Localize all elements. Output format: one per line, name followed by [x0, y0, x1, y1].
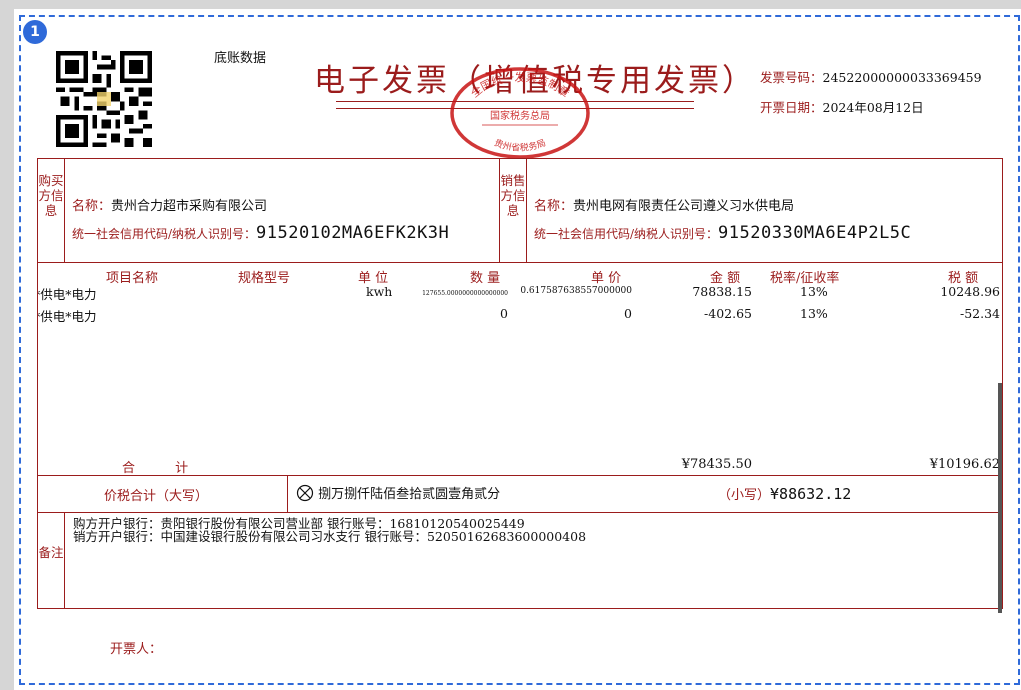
buyer-name-label: 名称：	[72, 199, 112, 214]
total-label: 合 计	[122, 461, 207, 476]
divider-total-words	[287, 475, 288, 512]
seal-bottom-text: 贵州省税务局	[492, 137, 547, 154]
cross-circle-icon	[296, 484, 314, 502]
total-in-figures: （小写）¥88632.12	[718, 484, 851, 503]
buyer-tax-value: 91520102MA6EFK2K3H	[256, 223, 450, 243]
seller-name-value: 贵州电网有限责任公司遵义习水供电局	[573, 199, 795, 214]
item-quantity: 127655.0000000000000000	[422, 290, 508, 297]
seller-name-label: 名称：	[534, 199, 574, 214]
col-unit-price: 单 价	[591, 271, 622, 286]
scrollbar-thumb[interactable]	[998, 383, 1002, 613]
item-unit-price: 0	[624, 306, 632, 321]
issuer-label: 开票人：	[110, 642, 163, 657]
svg-text:贵州省税务局: 贵州省税务局	[492, 137, 547, 154]
total-in-figures-label: （小写）	[718, 488, 771, 503]
buyer-tax-label: 统一社会信用代码/纳税人识别号：	[72, 227, 257, 241]
invoice-table: 购买方信息 名称：贵州合力超市采购有限公司 统一社会信用代码/纳税人识别号：91…	[37, 158, 1003, 609]
divider-seller-label	[526, 159, 527, 262]
issue-date-value: 2024年08月12日	[822, 100, 924, 115]
item-tax-amount: -52.34	[959, 306, 1000, 321]
item-name: *供电*电力	[37, 309, 97, 324]
issue-date: 开票日期：2024年08月12日	[760, 97, 924, 116]
item-tax-amount: 10248.96	[940, 284, 1000, 299]
col-spec: 规格型号	[238, 271, 291, 286]
item-unit: kwh	[366, 284, 393, 299]
buyer-section-label: 购买方信息	[38, 173, 64, 218]
total-in-words-value: 捌万捌仟陆佰叁拾贰圆壹角贰分	[318, 487, 501, 502]
ledger-data-label: 底账数据	[214, 51, 267, 66]
col-item-name: 项目名称	[106, 271, 159, 286]
issue-date-label: 开票日期：	[760, 100, 823, 115]
total-in-words: 捌万捌仟陆佰叁拾贰圆壹角贰分	[296, 483, 500, 502]
seller-section-label: 销售方信息	[500, 173, 526, 218]
item-name: *供电*电力	[37, 287, 97, 302]
item-amount: -402.65	[704, 306, 752, 321]
invoice-page: 1 底账数据 电子发票（增值税专用发票） 全国统一发票监制章 国家税务总局 贵州…	[14, 9, 1021, 690]
total-in-figures-value: ¥88632.12	[770, 485, 852, 503]
tax-bureau-seal: 全国统一发票监制章 国家税务总局 贵州省税务局	[450, 67, 590, 159]
item-tax-rate: 13%	[800, 306, 828, 321]
item-unit-price: 0.617587638557000000	[520, 286, 632, 296]
remarks-label: 备注	[38, 545, 64, 560]
buyer-name-value: 贵州合力超市采购有限公司	[111, 199, 268, 214]
divider-party-bottom	[38, 262, 1002, 263]
seal-middle-text: 国家税务总局	[490, 109, 550, 122]
item-tax-rate: 13%	[800, 284, 828, 299]
invoice-number-value: 24522000000033369459	[822, 70, 982, 85]
total-amount: ¥78435.50	[681, 457, 752, 472]
item-quantity: 0	[500, 306, 508, 321]
seller-bank-info: 销方开户银行：中国建设银行股份有限公司习水支行 银行账号：52050162683…	[73, 529, 587, 544]
seller-tax-value: 91520330MA6E4P2L5C	[718, 223, 912, 243]
seller-name: 名称：贵州电网有限责任公司遵义习水供电局	[534, 195, 794, 214]
divider-total-bottom	[38, 512, 1002, 513]
buyer-tax-id: 统一社会信用代码/纳税人识别号：91520102MA6EFK2K3H	[72, 223, 449, 243]
buyer-name: 名称：贵州合力超市采购有限公司	[72, 195, 267, 214]
seller-tax-id: 统一社会信用代码/纳税人识别号：91520330MA6E4P2L5C	[534, 223, 911, 243]
total-tax: ¥10196.62	[929, 457, 1000, 472]
seller-tax-label: 统一社会信用代码/纳税人识别号：	[534, 227, 719, 241]
invoice-number-label: 发票号码：	[760, 70, 823, 85]
invoice-number: 发票号码：24522000000033369459	[760, 67, 982, 86]
page-number-badge[interactable]: 1	[23, 20, 47, 44]
col-quantity: 数 量	[470, 271, 501, 286]
divider-remarks	[64, 512, 65, 608]
qr-code	[56, 51, 152, 147]
total-in-words-label: 价税合计（大写）	[104, 489, 209, 504]
divider-buyer-label	[64, 159, 65, 262]
item-amount: 78838.15	[692, 284, 752, 299]
